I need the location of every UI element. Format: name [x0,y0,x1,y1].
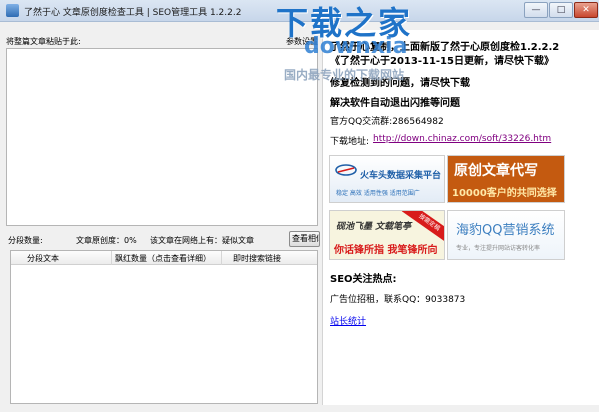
originality-label: 文章原创度：0% [76,236,137,245]
ad3-title: 砚池飞墨 文载笔亭 [336,222,412,232]
close-button[interactable]: ✕ [574,2,598,18]
web-presence-label: 该文章在网络上有： [150,236,222,245]
news-line-3: 修复检测到的问题，请尽快下载 [330,78,470,89]
news-panel: 了然于心复制，上面新版了然于心原创度检1.2.2.2 《了然于心于2013-11… [322,30,599,405]
maximize-button[interactable]: □ [549,2,573,18]
ad1-subtitle: 稳定 高效 适用性强 适用范围广 [336,190,420,197]
news-line-4: 解决软件自动退出闪推等问题 [330,98,460,109]
pseudo-article-label: 疑似文章 [222,236,254,245]
news-line-2: 《了然于心于2013-11-15日更新，请尽快下载》 [330,56,554,67]
train-logo-icon [335,164,357,176]
ad1-title: 火车头数据采集平台 [360,171,442,181]
news-line-1: 了然于心复制，上面新版了然于心原创度检1.2.2.2 [330,42,560,53]
check-similar-button[interactable]: 查看相似 [289,231,320,247]
list-header: 分段文本 飘红数量（点击查看详细） 即时搜索链接 [11,251,317,265]
app-icon [6,4,19,17]
ad3-subtitle: 你话锋所指 我笔锋所向 [334,245,438,256]
qq-group-text: 官方QQ交流群:286564982 [330,117,444,127]
column-search-link[interactable]: 即时搜索链接 [233,253,281,264]
window-title: 了然于心 文章原创度检查工具 | SEO管理工具 1.2.2.2 [24,8,242,18]
title-bar: 了然于心 文章原创度检查工具 | SEO管理工具 1.2.2.2 — □ ✕ [0,0,599,22]
ad-banner-writing[interactable]: 原创文章代写 10000客户的共同选择 [447,155,565,203]
download-label: 下载地址: [330,137,370,147]
segment-count-label: 分段数量: [8,236,43,245]
settings-label[interactable]: 参数设置 [286,36,318,47]
ad2-subtitle: 10000客户的共同选择 [452,188,557,199]
download-link[interactable]: http://down.chinaz.com/soft/33226.htm [373,134,551,144]
stats-link[interactable]: 站长统计 [330,314,366,327]
segment-results-list[interactable]: 分段文本 飘红数量（点击查看详细） 即时搜索链接 [10,250,318,404]
column-segment-text[interactable]: 分段文本 [27,253,59,264]
ad4-subtitle: 专业，专注提升网站访客转化率 [456,245,541,252]
column-red-count[interactable]: 飘红数量（点击查看详细） [115,253,211,264]
ad4-title: 海豹QQ营销系统 [456,223,555,238]
article-textarea[interactable] [6,48,318,226]
ad2-title: 原创文章代写 [454,163,538,179]
ad-banner-qq-marketing[interactable]: 海豹QQ营销系统 专业，专注提升网站访客转化率 [447,210,565,260]
seo-heading: SEO关注热点: [330,274,397,285]
ad-contact-text: 广告位招租，联系QQ：9033873 [330,295,466,305]
minimize-button[interactable]: — [524,2,548,18]
paste-label: 将整篇文章粘贴于此: [6,37,81,46]
ad-banner-pen[interactable]: 砚池飞墨 文载笔亭 你话锋所指 我笔锋所向 按需定稿 [329,210,445,260]
ad-banner-collector[interactable]: 火车头数据采集平台 稳定 高效 适用性强 适用范围广 [329,155,445,203]
